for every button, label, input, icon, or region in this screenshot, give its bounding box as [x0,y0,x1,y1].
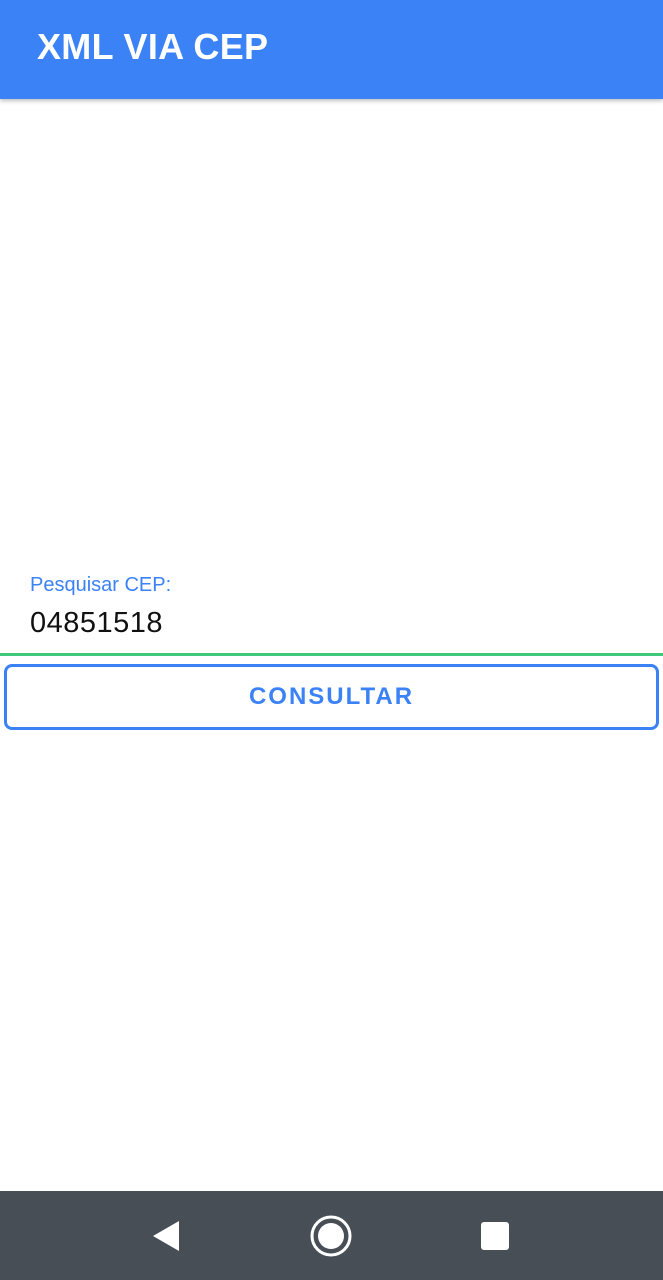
cep-search-label: Pesquisar CEP: [30,574,172,596]
back-triangle-icon [153,1220,179,1251]
home-circle-icon [310,1215,352,1256]
cep-search-field[interactable]: Pesquisar CEP: [0,565,663,657]
recents-square-icon [481,1221,509,1250]
screen: XML VIA CEP Pesquisar CEP: CONSULTAR [0,0,663,1280]
consult-button[interactable]: CONSULTAR [4,664,659,730]
nav-home-button[interactable] [286,1191,376,1280]
nav-back-button[interactable] [121,1191,211,1280]
nav-recents-button[interactable] [450,1191,540,1280]
system-nav-bar [0,1191,663,1280]
cep-search-underline [0,653,663,656]
app-bar: XML VIA CEP [0,0,663,99]
app-title: XML VIA CEP [37,26,269,67]
cep-search-input[interactable] [30,603,650,643]
